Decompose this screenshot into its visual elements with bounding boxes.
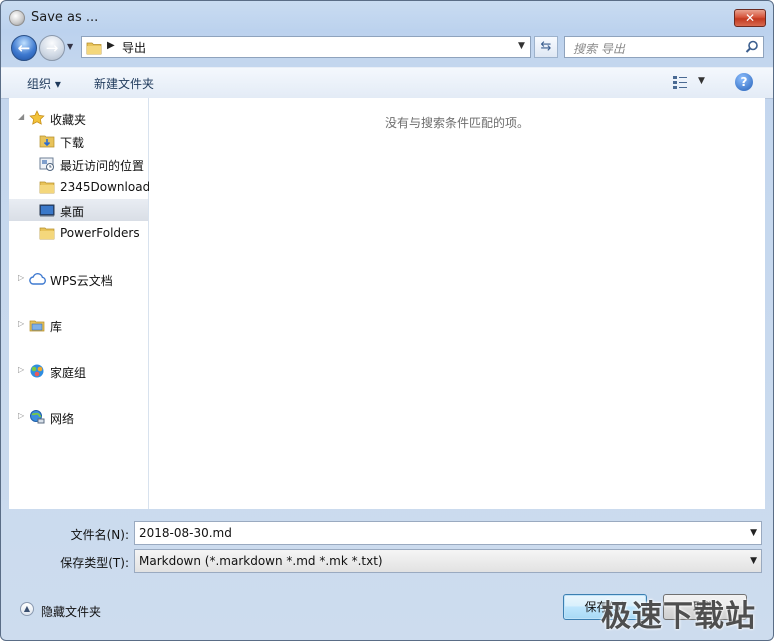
- sidebar-item-label: PowerFolders: [60, 226, 140, 240]
- sidebar-item-powerfolders[interactable]: PowerFolders: [9, 222, 148, 244]
- sidebar-item-downloads[interactable]: 下载: [9, 130, 148, 152]
- sidebar-item-label: 收藏夹: [50, 113, 87, 127]
- filetype-dropdown-icon[interactable]: ▼: [750, 556, 757, 566]
- sidebar-item-label: 下载: [60, 136, 85, 150]
- sidebar-item-label: 家庭组: [50, 366, 87, 380]
- search-box[interactable]: 搜索 导出: [564, 36, 764, 58]
- file-form: 文件名(N): 2018-08-30.md ▼ 保存类型(T): Markdow…: [1, 513, 773, 583]
- view-options-icon[interactable]: [672, 74, 688, 94]
- expand-icon[interactable]: ▷: [18, 365, 24, 374]
- sidebar-item-network[interactable]: ▷ 网络: [9, 406, 148, 428]
- navigation-bar: ← → ▼ ▶ 导出 ▼ ⇆ 搜索 导出: [1, 35, 773, 61]
- network-icon: [29, 409, 45, 428]
- sidebar-item-libraries[interactable]: ▷ 库: [9, 314, 148, 336]
- sidebar-item-label: WPS云文档: [50, 274, 113, 288]
- recent-pages-dropdown[interactable]: ▼: [67, 41, 77, 53]
- search-placeholder: 搜索 导出: [573, 42, 625, 56]
- hide-folders-label[interactable]: 隐藏文件夹: [41, 603, 101, 620]
- help-button[interactable]: ?: [735, 73, 753, 91]
- close-button[interactable]: ✕: [734, 9, 766, 27]
- chevron-up-icon[interactable]: ▲: [20, 602, 34, 616]
- filename-value[interactable]: 2018-08-30.md: [139, 526, 232, 540]
- filetype-select[interactable]: Markdown (*.markdown *.md *.mk *.txt) ▼: [134, 549, 762, 573]
- filename-field[interactable]: 2018-08-30.md ▼: [134, 521, 762, 545]
- save-as-dialog: Save as ... ✕ ← → ▼ ▶ 导出 ▼ ⇆ 搜索 导出 组织 ▾ …: [0, 0, 774, 641]
- folder-icon: [86, 40, 102, 59]
- search-icon[interactable]: [745, 39, 759, 58]
- folder-icon: [39, 225, 55, 244]
- collapse-icon[interactable]: ◢: [18, 112, 24, 121]
- expand-icon[interactable]: ▷: [18, 273, 24, 282]
- filename-label: 文件名(N):: [70, 528, 129, 542]
- sidebar-item-favorites[interactable]: ◢ 收藏夹: [9, 107, 148, 129]
- sidebar-item-label: 桌面: [60, 205, 85, 219]
- organize-menu[interactable]: 组织 ▾: [27, 75, 61, 92]
- filetype-label: 保存类型(T):: [60, 556, 129, 570]
- sidebar-item-2345download[interactable]: 2345Download: [9, 176, 151, 198]
- forward-button[interactable]: →: [39, 35, 65, 61]
- filetype-value[interactable]: Markdown (*.markdown *.md *.mk *.txt): [139, 554, 383, 568]
- new-folder-button[interactable]: 新建文件夹: [94, 75, 154, 92]
- cloud-icon: [29, 271, 47, 290]
- view-options-dropdown-icon[interactable]: ▼: [698, 76, 705, 86]
- watermark: 极速下载站: [601, 599, 756, 634]
- app-icon: [9, 10, 25, 26]
- sidebar-item-label: 最近访问的位置: [60, 159, 145, 173]
- sidebar-item-label: 网络: [50, 412, 75, 426]
- filename-dropdown-icon[interactable]: ▼: [750, 528, 757, 538]
- breadcrumb-export[interactable]: 导出: [122, 39, 146, 56]
- sidebar-item-label: 库: [50, 320, 63, 334]
- file-list[interactable]: 没有与搜索条件匹配的项。: [149, 98, 765, 509]
- empty-results-message: 没有与搜索条件匹配的项。: [384, 116, 529, 130]
- expand-icon[interactable]: ▷: [18, 319, 24, 328]
- navigation-pane: ◢ 收藏夹 下载 最近访问的位置 2345Download 桌面 PowerFo…: [9, 98, 151, 509]
- address-dropdown-icon[interactable]: ▼: [518, 41, 525, 51]
- library-icon: [29, 317, 45, 336]
- sidebar-item-desktop[interactable]: 桌面: [9, 199, 148, 221]
- sidebar-item-wps-cloud[interactable]: ▷ WPS云文档: [9, 268, 148, 290]
- window-title: Save as ...: [31, 10, 99, 25]
- recent-places-icon: [39, 156, 55, 175]
- download-folder-icon: [39, 133, 55, 152]
- folder-icon: [39, 179, 55, 198]
- homegroup-icon: [29, 363, 45, 382]
- refresh-button[interactable]: ⇆: [534, 36, 558, 58]
- back-button[interactable]: ←: [11, 35, 37, 61]
- refresh-icon: ⇆: [540, 39, 552, 54]
- expand-icon[interactable]: ▷: [18, 411, 24, 420]
- sidebar-item-homegroup[interactable]: ▷ 家庭组: [9, 360, 148, 382]
- command-toolbar: 组织 ▾ 新建文件夹 ▼ ?: [1, 67, 773, 99]
- address-bar[interactable]: ▶ 导出 ▼: [81, 36, 531, 58]
- title-bar: Save as ... ✕: [1, 1, 773, 35]
- star-icon: [29, 110, 45, 129]
- desktop-icon: [39, 202, 55, 221]
- sidebar-item-recent-places[interactable]: 最近访问的位置: [9, 153, 148, 175]
- sidebar-item-label: 2345Download: [60, 180, 151, 194]
- breadcrumb-separator-icon[interactable]: ▶: [107, 40, 115, 51]
